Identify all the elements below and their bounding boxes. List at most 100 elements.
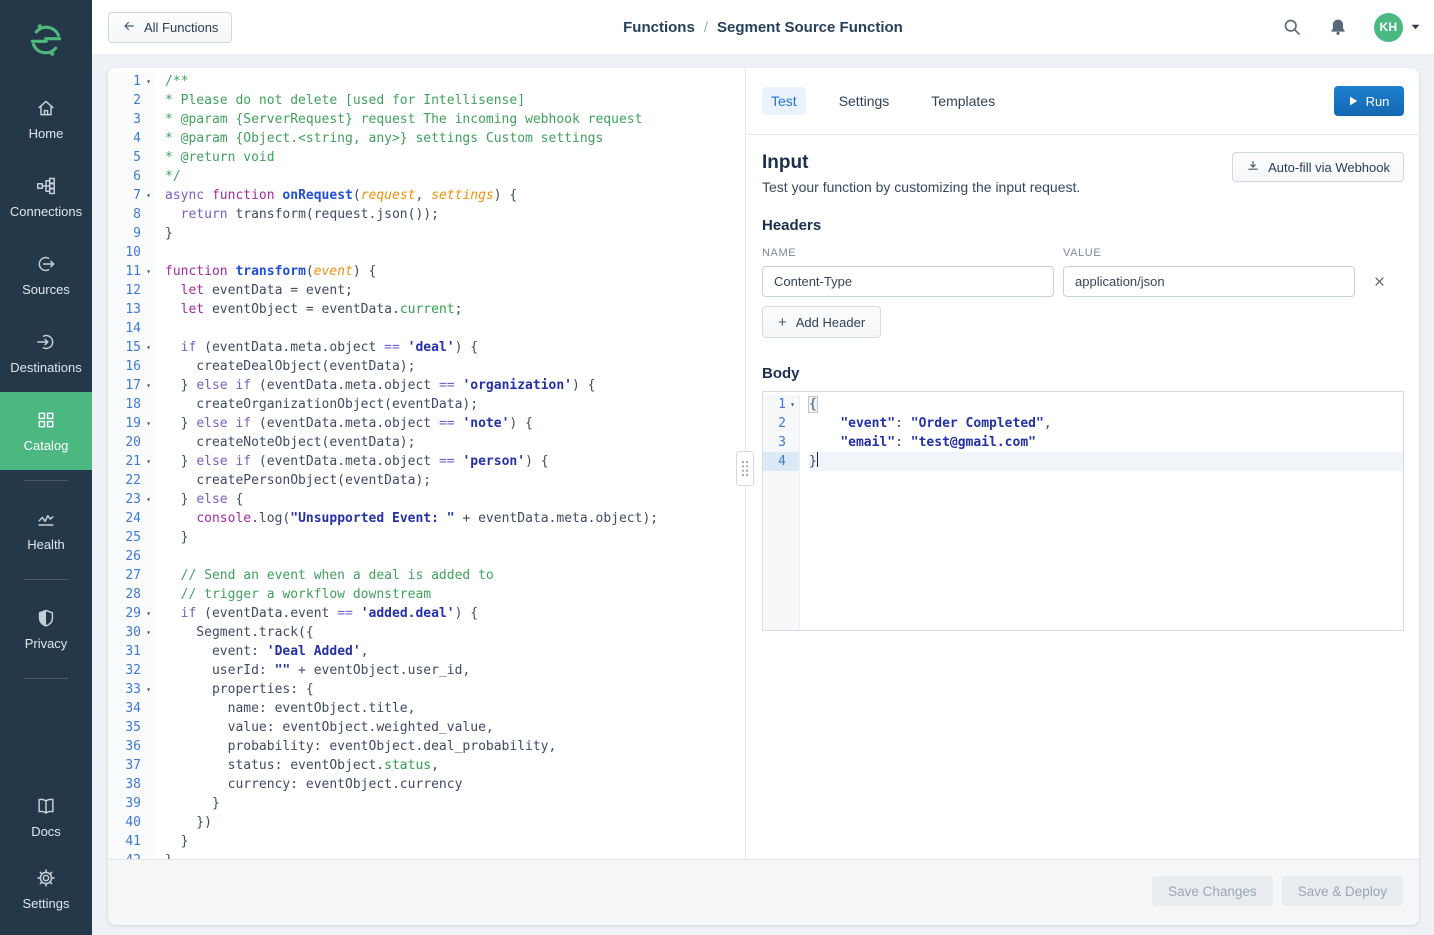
sidebar-item-health[interactable]: Health — [0, 491, 92, 569]
segment-logo[interactable] — [0, 0, 92, 80]
save-and-deploy-button[interactable]: Save & Deploy — [1282, 876, 1403, 906]
autofill-via-webhook-button[interactable]: Auto-fill via Webhook — [1232, 152, 1404, 182]
sidebar-item-privacy[interactable]: Privacy — [0, 590, 92, 668]
gutter-line: 2 — [108, 91, 155, 110]
body-editor-frame: 1▾234 { "event": "Order Completed", "ema… — [762, 391, 1404, 631]
sidebar-item-settings[interactable]: Settings — [0, 853, 92, 925]
breadcrumb-functions[interactable]: Functions — [623, 19, 695, 36]
save-changes-button[interactable]: Save Changes — [1152, 876, 1273, 906]
code-line: } — [165, 528, 745, 547]
fold-arrow-icon[interactable]: ▾ — [142, 72, 155, 91]
all-functions-back-button[interactable]: All Functions — [108, 12, 232, 43]
fold-arrow-icon[interactable]: ▾ — [142, 623, 155, 642]
gutter-line: 3 — [763, 433, 799, 452]
gutter-line: 1▾ — [108, 72, 155, 91]
add-header-button[interactable]: + Add Header — [762, 306, 881, 338]
gutter-line: 5 — [108, 148, 155, 167]
code-line — [165, 319, 745, 338]
home-icon — [35, 97, 57, 119]
code-line: * @param {Object.<string, any>} settings… — [165, 129, 745, 148]
sidebar-divider — [24, 678, 68, 679]
sources-icon — [35, 253, 57, 275]
user-menu[interactable]: KH — [1374, 13, 1420, 42]
sidebar-item-label: Sources — [22, 282, 70, 297]
fold-arrow-icon[interactable]: ▾ — [142, 262, 155, 281]
gutter-line: 22 — [108, 471, 155, 490]
body-editor-content[interactable]: { "event": "Order Completed", "email": "… — [800, 395, 1403, 630]
code-line: } else { — [165, 490, 745, 509]
search-icon[interactable] — [1282, 16, 1304, 38]
page-background: 1▾234567▾891011▾12131415▾1617▾1819▾2021▾… — [92, 55, 1434, 935]
run-button[interactable]: Run — [1334, 86, 1404, 116]
code-line: /** — [165, 72, 745, 91]
code-line: } — [165, 832, 745, 851]
tab-test[interactable]: Test — [762, 87, 806, 115]
sidebar-item-docs[interactable]: Docs — [0, 781, 92, 853]
gutter-line: 9 — [108, 224, 155, 243]
fold-arrow-icon[interactable]: ▾ — [142, 604, 155, 623]
fold-arrow-icon[interactable]: ▾ — [142, 452, 155, 471]
code-line: } — [809, 452, 1403, 471]
gutter-line: 4 — [108, 129, 155, 148]
gutter-line: 35 — [108, 718, 155, 737]
sidebar-item-sources[interactable]: Sources — [0, 236, 92, 314]
tab-settings[interactable]: Settings — [830, 87, 899, 115]
fold-arrow-icon[interactable]: ▾ — [142, 414, 155, 433]
tab-templates[interactable]: Templates — [922, 87, 1004, 115]
code-line: createNoteObject(eventData); — [165, 433, 745, 452]
gutter-line: 10 — [108, 243, 155, 262]
fold-arrow-icon[interactable]: ▾ — [142, 186, 155, 205]
code-line: // Send an event when a deal is added to — [165, 566, 745, 585]
sidebar-item-destinations[interactable]: Destinations — [0, 314, 92, 392]
panel-splitter — [745, 68, 746, 859]
code-line: console.log("Unsupported Event: " + even… — [165, 509, 745, 528]
splitter-drag-handle[interactable] — [736, 451, 754, 486]
gutter-line: 20 — [108, 433, 155, 452]
gutter-line: 13 — [108, 300, 155, 319]
gutter-line: 28 — [108, 585, 155, 604]
breadcrumb-current: Segment Source Function — [717, 19, 903, 36]
sidebar-item-connections[interactable]: Connections — [0, 158, 92, 236]
sidebar-item-label: Catalog — [24, 438, 69, 453]
header-name-input[interactable] — [762, 266, 1054, 297]
sidebar-item-catalog[interactable]: Catalog — [0, 392, 92, 470]
fold-arrow-icon[interactable]: ▾ — [142, 376, 155, 395]
code-line: * @return void — [165, 148, 745, 167]
code-editor-content[interactable]: /*** Please do not delete [used for Inte… — [155, 72, 745, 859]
play-icon — [1349, 94, 1358, 109]
notifications-bell-icon[interactable] — [1328, 16, 1350, 38]
topbar: All Functions Functions / Segment Source… — [92, 0, 1434, 55]
sidebar-item-label: Health — [27, 537, 65, 552]
autofill-button-label: Auto-fill via Webhook — [1268, 160, 1390, 175]
fold-arrow-icon[interactable]: ▾ — [786, 395, 799, 414]
fold-arrow-icon[interactable]: ▾ — [142, 338, 155, 357]
health-icon — [35, 508, 57, 530]
gutter-line: 4 — [763, 452, 799, 471]
gutter-line: 19▾ — [108, 414, 155, 433]
value-column-label: VALUE — [1063, 247, 1355, 259]
code-line: Segment.track({ — [165, 623, 745, 642]
docs-icon — [35, 795, 57, 817]
source-code-editor[interactable]: 1▾234567▾891011▾12131415▾1617▾1819▾2021▾… — [108, 68, 745, 859]
remove-header-icon[interactable] — [1373, 274, 1389, 290]
add-header-label: Add Header — [796, 315, 865, 330]
input-heading-group: Input Test your function by customizing … — [762, 152, 1080, 195]
header-value-input[interactable] — [1063, 266, 1355, 297]
code-line: "event": "Order Completed", — [809, 414, 1403, 433]
gutter-line: 41 — [108, 832, 155, 851]
fold-arrow-icon[interactable]: ▾ — [142, 490, 155, 509]
avatar[interactable]: KH — [1374, 13, 1403, 42]
chevron-down-icon[interactable] — [1411, 24, 1420, 30]
fold-arrow-icon[interactable]: ▾ — [142, 680, 155, 699]
sidebar-item-home[interactable]: Home — [0, 80, 92, 158]
sidebar-divider — [24, 579, 68, 580]
code-line: currency: eventObject.currency — [165, 775, 745, 794]
sidebar-item-label: Connections — [10, 204, 82, 219]
download-icon — [1246, 159, 1260, 176]
body-json-editor[interactable]: 1▾234 { "event": "Order Completed", "ema… — [763, 392, 1403, 630]
code-line: * Please do not delete [used for Intelli… — [165, 91, 745, 110]
app-root: Home Connections Sources Destinations Catalo… — [0, 0, 1434, 935]
gutter-line: 33▾ — [108, 680, 155, 699]
code-line: let eventObject = eventData.current; — [165, 300, 745, 319]
gutter-line: 3 — [108, 110, 155, 129]
